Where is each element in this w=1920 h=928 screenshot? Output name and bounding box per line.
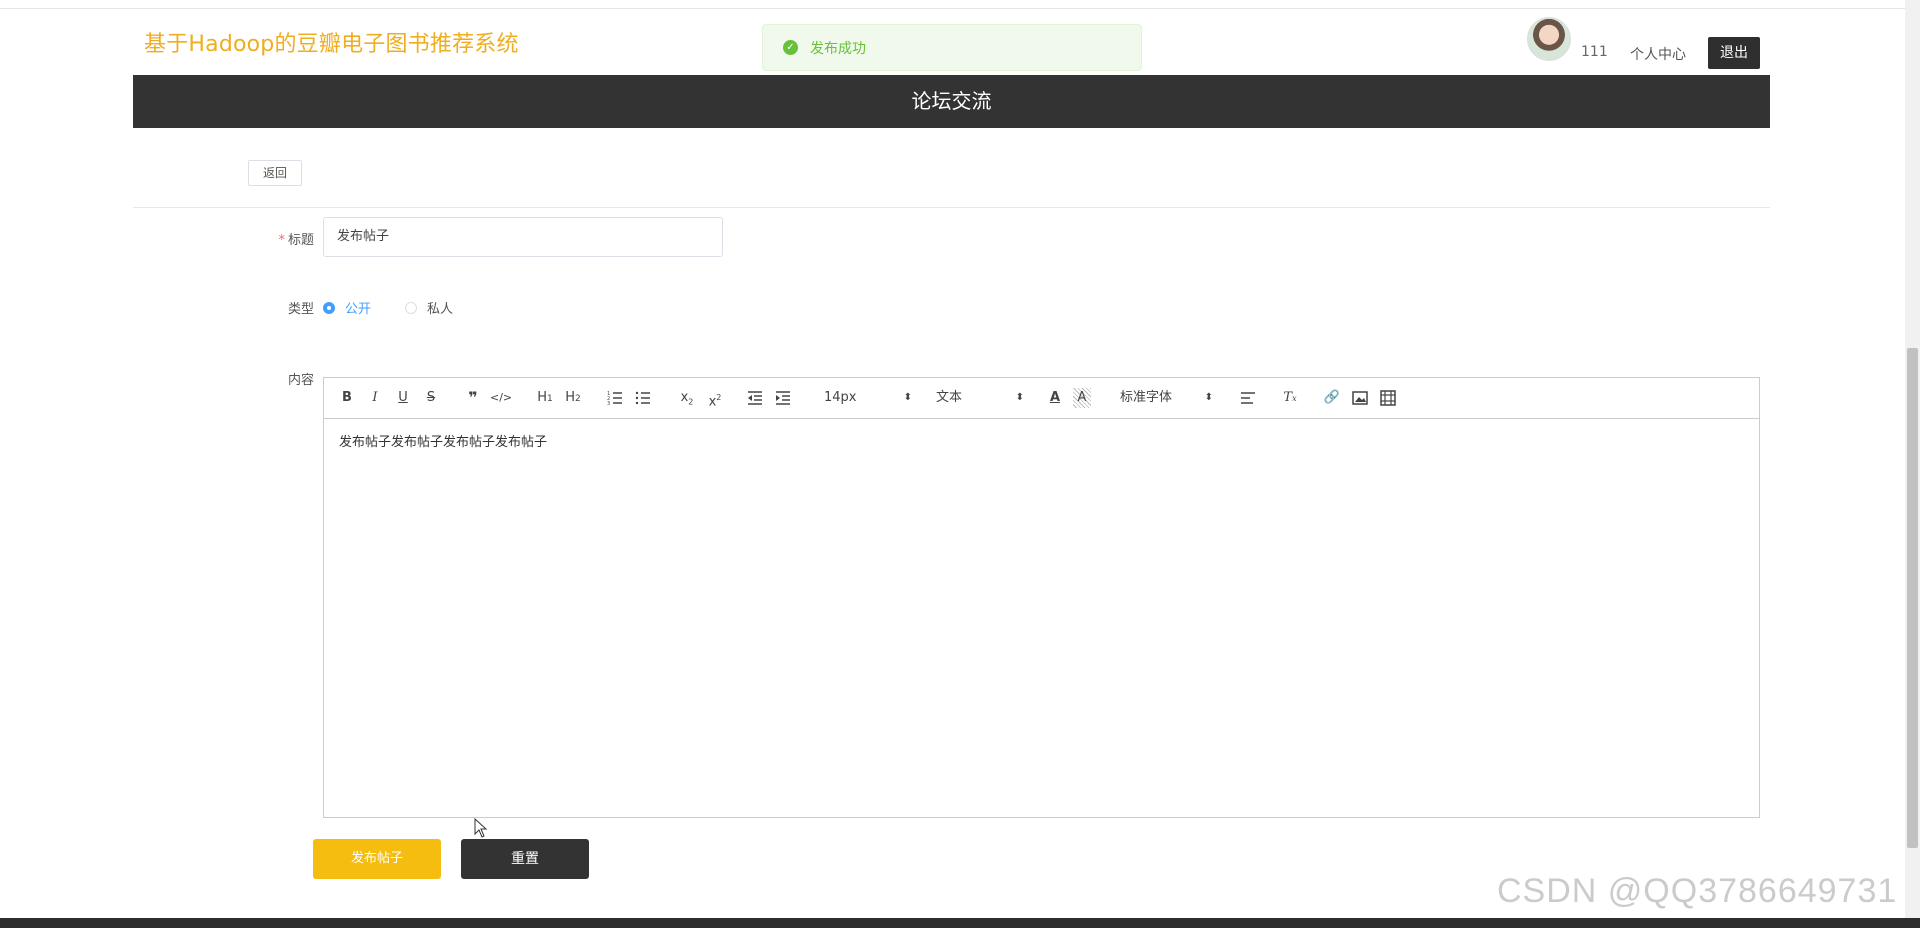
underline-icon[interactable]: U xyxy=(394,388,412,408)
italic-icon[interactable]: I xyxy=(366,388,384,408)
font-picker[interactable]: 标准字体 ⬍ xyxy=(1120,388,1213,408)
bullet-list-icon[interactable] xyxy=(635,390,651,406)
top-border xyxy=(0,0,1905,9)
editor-toolbar: B I U S ❞ </> H1 H2 123 x2 x2 14px ⬍ 文本 … xyxy=(324,378,1759,419)
back-button[interactable]: 返回 xyxy=(248,160,302,186)
font-picker-value: 标准字体 xyxy=(1120,390,1173,405)
type-label: 类型 xyxy=(287,302,314,317)
code-block-icon[interactable]: </> xyxy=(490,388,512,408)
title-label-text: 标题 xyxy=(287,233,314,248)
bottom-bar xyxy=(0,918,1920,928)
link-icon[interactable]: 🔗 xyxy=(1323,388,1341,408)
blockquote-icon[interactable]: ❞ xyxy=(463,388,483,408)
ordered-list-icon[interactable]: 123 xyxy=(607,390,623,406)
subscript-icon[interactable]: x2 xyxy=(677,388,697,408)
radio-private[interactable]: 私人 xyxy=(405,298,453,317)
submit-post-button[interactable]: 发布帖子 xyxy=(313,839,441,879)
username: 111 xyxy=(1581,44,1608,60)
radio-public-label: 公开 xyxy=(345,302,372,317)
header-1-icon[interactable]: H1 xyxy=(533,388,557,408)
header-picker[interactable]: 文本 ⬍ xyxy=(936,388,1024,408)
indent-increase-icon[interactable] xyxy=(775,390,791,406)
clean-format-icon[interactable]: Tx xyxy=(1281,388,1299,408)
reset-button[interactable]: 重置 xyxy=(461,839,589,879)
radio-public[interactable]: 公开 xyxy=(323,298,371,317)
indent-decrease-icon[interactable] xyxy=(747,390,763,406)
toast-message: 发布成功 xyxy=(810,40,866,57)
radio-private-label: 私人 xyxy=(427,302,454,317)
mouse-cursor-icon xyxy=(474,818,488,838)
site-title[interactable]: 基于Hadoop的豆瓣电子图书推荐系统 xyxy=(144,26,519,58)
banner-title: 论坛交流 xyxy=(911,89,992,113)
header-picker-value: 文本 xyxy=(936,390,963,405)
background-color-icon[interactable]: A xyxy=(1073,388,1091,408)
avatar[interactable] xyxy=(1527,17,1571,61)
title-input[interactable]: 发布帖子 xyxy=(323,217,723,257)
profile-link[interactable]: 个人中心 xyxy=(1630,44,1686,64)
page: 基于Hadoop的豆瓣电子图书推荐系统 ✓ 发布成功 111 个人中心 退出 论… xyxy=(0,0,1920,928)
picker-arrow-icon: ⬍ xyxy=(903,392,912,403)
required-asterisk: * xyxy=(278,233,285,248)
content-label: 内容 xyxy=(287,373,314,388)
scrollbar-thumb[interactable] xyxy=(1907,348,1918,848)
editor-content[interactable]: 发布帖子发布帖子发布帖子发布帖子 xyxy=(324,419,1759,817)
page-banner: 论坛交流 xyxy=(133,75,1770,128)
superscript-icon[interactable]: x2 xyxy=(705,388,725,409)
strike-icon[interactable]: S xyxy=(422,388,440,408)
svg-text:3: 3 xyxy=(607,401,610,406)
title-label: * 标题 xyxy=(254,229,314,248)
success-toast: ✓ 发布成功 xyxy=(762,24,1142,71)
check-circle-icon: ✓ xyxy=(783,40,798,55)
divider xyxy=(133,207,1770,208)
radio-unchecked-icon[interactable] xyxy=(405,301,417,314)
size-picker-value: 14px xyxy=(824,390,857,405)
size-picker[interactable]: 14px ⬍ xyxy=(824,388,912,408)
picker-arrow-icon: ⬍ xyxy=(1204,392,1213,403)
bold-icon[interactable]: B xyxy=(338,388,356,408)
align-icon[interactable] xyxy=(1240,390,1256,406)
picker-arrow-icon: ⬍ xyxy=(1015,392,1024,403)
header-2-icon[interactable]: H2 xyxy=(561,388,585,408)
logout-button[interactable]: 退出 xyxy=(1708,37,1760,69)
image-icon[interactable] xyxy=(1352,390,1368,406)
video-icon[interactable] xyxy=(1380,390,1396,406)
font-color-icon[interactable]: A xyxy=(1046,388,1064,408)
watermark: CSDN @QQ3786649731 xyxy=(1497,872,1898,910)
rich-text-editor: B I U S ❞ </> H1 H2 123 x2 x2 14px ⬍ 文本 … xyxy=(323,377,1760,818)
radio-checked-icon[interactable] xyxy=(323,301,335,314)
